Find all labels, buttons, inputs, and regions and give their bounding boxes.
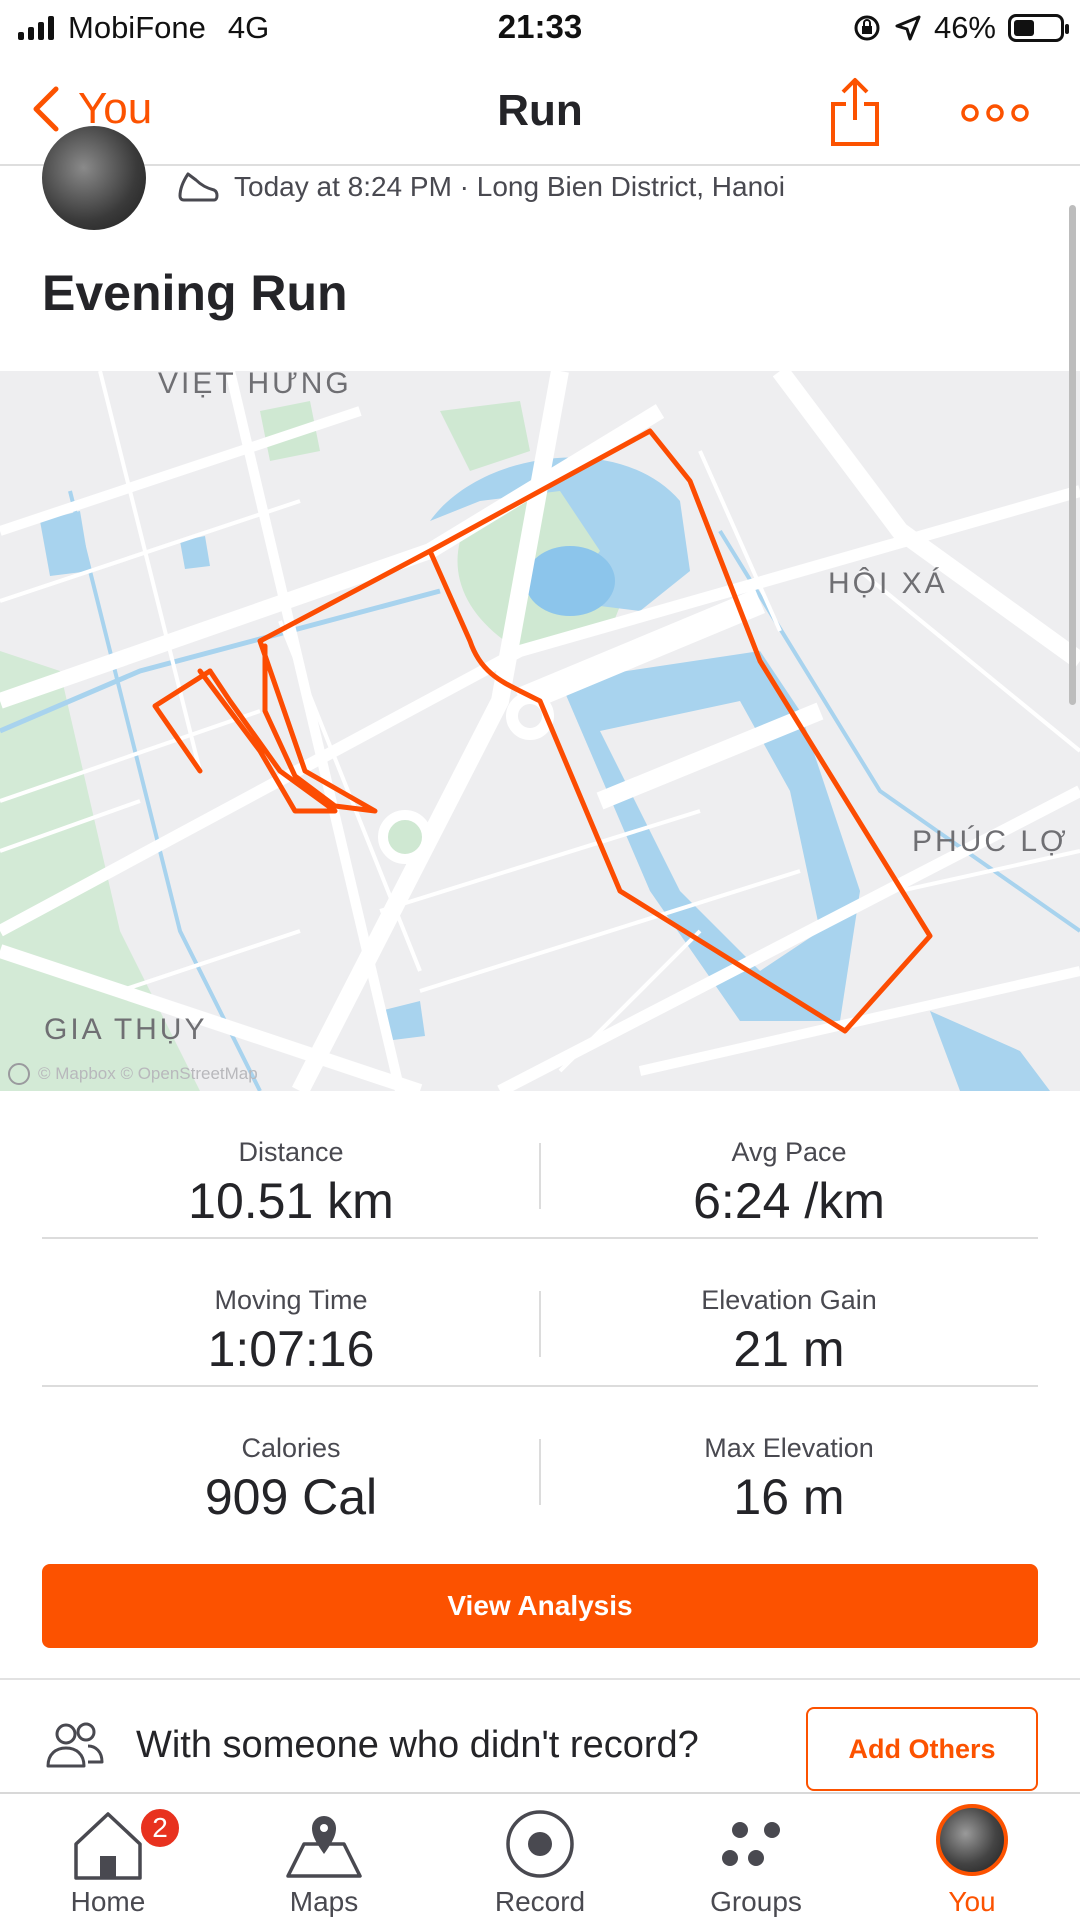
stat-row: Distance 10.51 km Avg Pace 6:24 /km bbox=[42, 1091, 1038, 1239]
map-label-viet-hung: VIỆT HƯNG bbox=[158, 371, 352, 400]
stat-label: Distance bbox=[238, 1137, 344, 1167]
scrollbar[interactable] bbox=[1069, 205, 1076, 705]
stats-grid: Distance 10.51 km Avg Pace 6:24 /km Movi… bbox=[42, 1091, 1038, 1535]
map-pin-icon bbox=[286, 1816, 362, 1878]
home-icon bbox=[74, 1812, 142, 1880]
stat-label: Max Elevation bbox=[704, 1433, 874, 1463]
shoe-icon bbox=[178, 172, 219, 202]
status-bar: MobiFone 4G 21:33 46% bbox=[0, 0, 1080, 58]
battery-percent: 46% bbox=[933, 10, 996, 45]
record-icon bbox=[506, 1810, 574, 1878]
map-canvas bbox=[0, 371, 1080, 1091]
tab-label: Maps bbox=[289, 1886, 359, 1917]
tab-record[interactable]: Record bbox=[432, 1794, 648, 1920]
mapbox-logo-icon bbox=[8, 1063, 30, 1085]
tab-label: You bbox=[948, 1886, 996, 1917]
stat-value: 6:24 /km bbox=[693, 1173, 885, 1229]
battery-fill bbox=[1014, 20, 1035, 36]
athlete-avatar[interactable] bbox=[42, 126, 146, 230]
stat-value: 21 m bbox=[733, 1321, 845, 1377]
others-prompt: With someone who didn't record? bbox=[136, 1724, 699, 1766]
status-right: 46% bbox=[852, 10, 1069, 46]
activity-title: Evening Run bbox=[42, 265, 348, 321]
stat-max-elevation: Max Elevation 16 m bbox=[540, 1387, 1038, 1525]
stat-label: Calories bbox=[241, 1433, 341, 1463]
orientation-lock-icon bbox=[854, 15, 880, 41]
nav-bar: You Run bbox=[0, 58, 1080, 166]
tab-groups[interactable]: Groups bbox=[648, 1794, 864, 1920]
stat-value: 16 m bbox=[733, 1469, 845, 1525]
stat-value: 10.51 km bbox=[188, 1173, 394, 1229]
groups-icon bbox=[722, 1822, 780, 1866]
tab-label: Groups bbox=[710, 1886, 802, 1917]
notification-badge: 2 bbox=[138, 1806, 182, 1850]
stat-value: 1:07:16 bbox=[207, 1321, 375, 1377]
chevron-left-icon bbox=[33, 86, 59, 132]
tab-you[interactable]: You bbox=[864, 1794, 1080, 1920]
add-others-section: With someone who didn't record? Add Othe… bbox=[0, 1680, 1080, 1792]
tab-label: Record bbox=[494, 1886, 586, 1917]
activity-header: Today at 8:24 PM · Long Bien District, H… bbox=[0, 126, 1080, 371]
map-attribution[interactable]: © Mapbox © OpenStreetMap bbox=[8, 1063, 258, 1085]
stat-row: Moving Time 1:07:16 Elevation Gain 21 m bbox=[42, 1239, 1038, 1387]
more-icon[interactable] bbox=[960, 98, 1030, 128]
stat-elevation-gain: Elevation Gain 21 m bbox=[540, 1239, 1038, 1377]
view-analysis-button[interactable]: View Analysis bbox=[42, 1564, 1038, 1648]
activity-meta: Today at 8:24 PM · Long Bien District, H… bbox=[176, 170, 785, 204]
stat-distance: Distance 10.51 km bbox=[42, 1091, 540, 1229]
people-icon bbox=[46, 1722, 104, 1768]
stat-label: Avg Pace bbox=[731, 1137, 847, 1167]
tab-home[interactable]: 2 Home bbox=[0, 1794, 216, 1920]
stat-avg-pace: Avg Pace 6:24 /km bbox=[540, 1091, 1038, 1229]
map-label-hoi-xa: HỘI XÁ bbox=[828, 567, 948, 600]
stat-calories: Calories 909 Cal bbox=[42, 1387, 540, 1525]
profile-avatar bbox=[936, 1804, 1008, 1876]
battery-icon bbox=[1008, 14, 1069, 42]
stat-label: Elevation Gain bbox=[701, 1285, 877, 1315]
add-others-button[interactable]: Add Others bbox=[806, 1707, 1038, 1791]
route-map[interactable]: VIỆT HƯNG HỘI XÁ PHÚC LỢ GIA THỤY © Mapb… bbox=[0, 371, 1080, 1091]
tab-label: Home bbox=[70, 1886, 146, 1917]
map-label-gia-thuy: GIA THỤY bbox=[44, 1013, 208, 1046]
stat-value: 909 Cal bbox=[204, 1469, 378, 1525]
map-label-phuc-loi: PHÚC LỢ bbox=[912, 825, 1069, 858]
tab-maps[interactable]: Maps bbox=[216, 1794, 432, 1920]
activity-meta-text: Today at 8:24 PM · Long Bien District, H… bbox=[234, 171, 785, 202]
stat-label: Moving Time bbox=[214, 1285, 368, 1315]
tab-bar: 2 Home Maps Record Groups You bbox=[0, 1792, 1080, 1920]
stat-moving-time: Moving Time 1:07:16 bbox=[42, 1239, 540, 1377]
attribution-text: © Mapbox © OpenStreetMap bbox=[38, 1064, 258, 1083]
share-icon[interactable] bbox=[828, 76, 882, 148]
stat-row: Calories 909 Cal Max Elevation 16 m bbox=[42, 1387, 1038, 1535]
location-arrow-icon bbox=[895, 15, 921, 41]
page-title: Run bbox=[497, 86, 583, 135]
